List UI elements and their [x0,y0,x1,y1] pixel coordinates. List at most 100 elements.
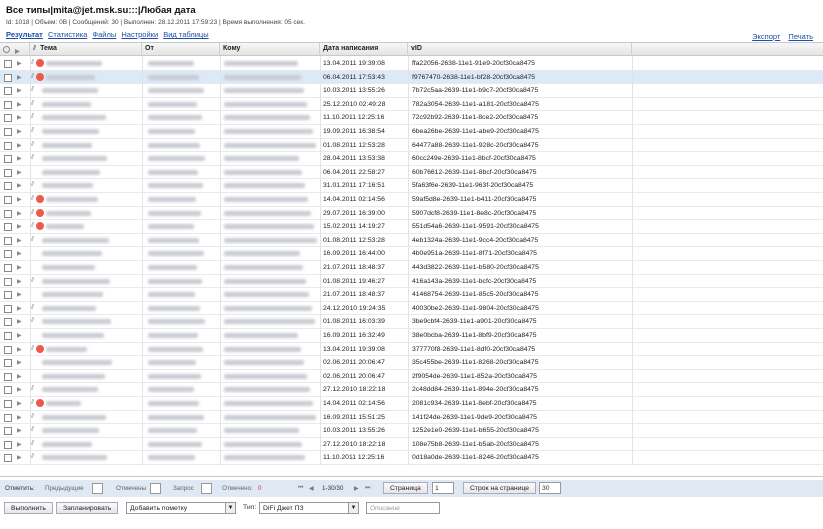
expand-row-icon[interactable]: ▶ [17,346,22,353]
row-checkbox[interactable] [4,440,12,449]
row-checkbox[interactable] [4,114,12,123]
table-row[interactable]: ▶ ⫽ 10.03.2011 13:55:26 1252e1e0-2639-11e1-… [0,424,823,438]
row-checkbox[interactable] [4,223,12,232]
table-row[interactable]: ▶ ⫽ 01.08.2011 12:53:28 64477a88-2639-11e1-… [0,139,823,153]
expand-row-icon[interactable]: ▶ [17,400,22,407]
expand-row-icon[interactable]: ▶ [17,373,22,380]
tab-result[interactable]: Результат [6,30,43,39]
table-row[interactable]: ▶ 21.07.2011 18:48:37 41468754-2639-11e1-8… [0,288,823,302]
print-link[interactable]: Печать [788,32,813,41]
table-row[interactable]: ▶ 02.06.2011 20:06:47 35c455be-2639-11e1-8… [0,356,823,370]
table-row[interactable]: ▶ ⫽ 01.08.2011 19:46:27 416a143a-2639-11e1-… [0,275,823,289]
table-row[interactable]: ▶ ⫽ 27.12.2010 18:22:18 108e75b8-2639-11e1-… [0,438,823,452]
table-row[interactable]: ▶ 16.09.2011 16:32:49 38e0bcba-2639-11e1-8… [0,329,823,343]
expand-row-icon[interactable]: ▶ [17,223,22,230]
expand-row-icon[interactable]: ▶ [17,237,22,244]
expand-row-icon[interactable]: ▶ [17,87,22,94]
column-header-to[interactable]: Кому [220,43,320,56]
table-row[interactable]: ▶ ⫽ 27.12.2010 18:22:18 2c48dd84-2639-11e1-… [0,383,823,397]
table-row[interactable]: ▶ ⫽ 25.12.2010 02:49:28 782a3054-2639-11e1-… [0,98,823,112]
row-checkbox[interactable] [4,87,12,96]
expand-row-icon[interactable]: ▶ [17,278,22,285]
expand-row-icon[interactable]: ▶ [17,101,22,108]
table-row[interactable]: ▶ ⫽ 06.04.2011 17:53:43 f9767470-2638-11e1-… [0,70,823,85]
column-header-date[interactable]: Дата написания [320,43,408,56]
export-link[interactable]: Экспорт [752,32,780,41]
expand-row-icon[interactable]: ▶ [17,128,22,135]
table-row[interactable]: ▶ ⫽ 28.04.2011 13:53:38 60cc249e-2639-11e1-… [0,152,823,166]
row-checkbox[interactable] [4,386,12,395]
row-checkbox[interactable] [4,400,12,408]
check-all-icon[interactable] [3,46,10,53]
row-checkbox[interactable] [4,182,12,191]
table-row[interactable]: ▶ ⫽ 13.04.2011 19:39:08 377770f8-2639-11e1-… [0,343,823,357]
row-checkbox[interactable] [4,168,12,177]
rows-per-page-input[interactable]: 30 [539,482,561,494]
table-row[interactable]: ▶ ⫽ 14.04.2011 02:14:56 2081c934-2639-11e1-… [0,397,823,411]
table-row[interactable]: ▶ 16.09.2011 16:44:00 4b0e951a-2639-11e1-8… [0,247,823,261]
schedule-button[interactable]: Запланировать [56,502,119,514]
row-checkbox[interactable] [4,427,12,436]
expand-row-icon[interactable]: ▶ [17,250,22,257]
table-row[interactable]: ▶ ⫽ 19.09.2011 16:38:54 6bea26be-2639-11e1-… [0,125,823,139]
row-checkbox[interactable] [4,277,12,286]
column-header-from[interactable]: От [142,43,220,56]
expand-row-icon[interactable]: ▶ [17,114,22,121]
tab-statistics[interactable]: Статистика [48,30,87,39]
table-row[interactable]: ▶ ⫽ 10.03.2011 13:55:26 7b72c5aa-2639-11e1-… [0,84,823,98]
expand-row-icon[interactable]: ▶ [17,196,22,203]
table-row[interactable]: ▶ ⫽ 15.02.2011 14:19:27 551d54a6-2639-11e1-… [0,220,823,234]
expand-row-icon[interactable]: ▶ [17,264,22,271]
add-mark-select[interactable]: Добавить пометку ▼ [126,502,236,514]
row-checkbox[interactable] [4,155,12,164]
table-row[interactable]: ▶ ⫽ 14.04.2011 02:14:56 59af5d8e-2639-11e1-… [0,193,823,207]
expand-row-icon[interactable]: ▶ [17,441,22,448]
expand-row-icon[interactable]: ▶ [17,182,22,189]
table-row[interactable]: ▶ ⫽ 31.01.2011 17:16:51 5fa63f6e-2639-11e1-… [0,179,823,193]
row-checkbox[interactable] [4,264,12,272]
table-row[interactable]: ▶ 06.04.2011 22:58:27 60b76612-2639-11e1-8… [0,166,823,180]
page-button[interactable]: Страница [383,482,428,494]
rows-per-page-button[interactable]: Строк на странице [463,482,537,494]
row-checkbox[interactable] [4,128,12,136]
row-checkbox[interactable] [4,141,12,150]
expand-row-icon[interactable]: ▶ [17,414,22,421]
expand-row-icon[interactable]: ▶ [17,305,22,312]
row-checkbox[interactable] [4,291,12,300]
expand-row-icon[interactable]: ▶ [17,291,22,298]
row-checkbox[interactable] [4,359,12,368]
row-checkbox[interactable] [4,250,12,259]
expand-row-icon[interactable]: ▶ [17,155,22,162]
query-checkbox[interactable] [201,483,212,494]
row-checkbox[interactable] [4,454,12,463]
description-input[interactable]: Описание [366,502,440,514]
row-checkbox[interactable] [4,100,12,109]
expand-row-icon[interactable]: ▶ [17,318,22,325]
checked-checkbox[interactable] [150,483,161,494]
first-page-icon[interactable]: ⏮ [298,485,303,492]
page-input[interactable]: 1 [432,482,454,494]
expand-row-icon[interactable]: ▶ [17,169,22,176]
run-button[interactable]: Выполнить [4,502,53,514]
last-page-icon[interactable]: ⏭ [365,485,370,492]
table-row[interactable]: ▶ ⫽ 01.08.2011 16:03:39 3be9cbf4-2639-11e1-… [0,315,823,329]
tab-table-view[interactable]: Вид таблицы [163,30,208,39]
table-row[interactable]: ▶ 21.07.2011 18:48:37 443d3822-2639-11e1-b… [0,261,823,275]
table-row[interactable]: ▶ ⫽ 16.09.2011 15:51:25 141f24de-2639-11e1-… [0,411,823,425]
row-checkbox[interactable] [4,73,12,82]
row-checkbox[interactable] [4,209,12,218]
row-checkbox[interactable] [4,372,12,381]
select-all-header[interactable]: ▶ [0,43,30,56]
table-row[interactable]: ▶ ⫽ 24.12.2010 19:24:35 40030be2-2639-11e1-… [0,302,823,316]
column-header-subject[interactable]: ⫽ Тема [30,43,142,56]
expand-row-icon[interactable]: ▶ [17,454,22,461]
table-row[interactable]: ▶ ⫽ 13.04.2011 19:39:08 ffa22056-2638-11e1-… [0,57,823,71]
type-select[interactable]: DiFi Джет ПЗ ▼ [259,502,359,514]
table-row[interactable]: ▶ ⫽ 29.07.2011 16:39:00 5907dcf8-2639-11e1-… [0,207,823,221]
row-checkbox[interactable] [4,60,12,68]
row-checkbox[interactable] [4,332,12,340]
row-checkbox[interactable] [4,318,12,327]
row-checkbox[interactable] [4,304,12,313]
expand-row-icon[interactable]: ▶ [17,210,22,217]
next-page-icon[interactable]: ▶ [354,485,359,492]
